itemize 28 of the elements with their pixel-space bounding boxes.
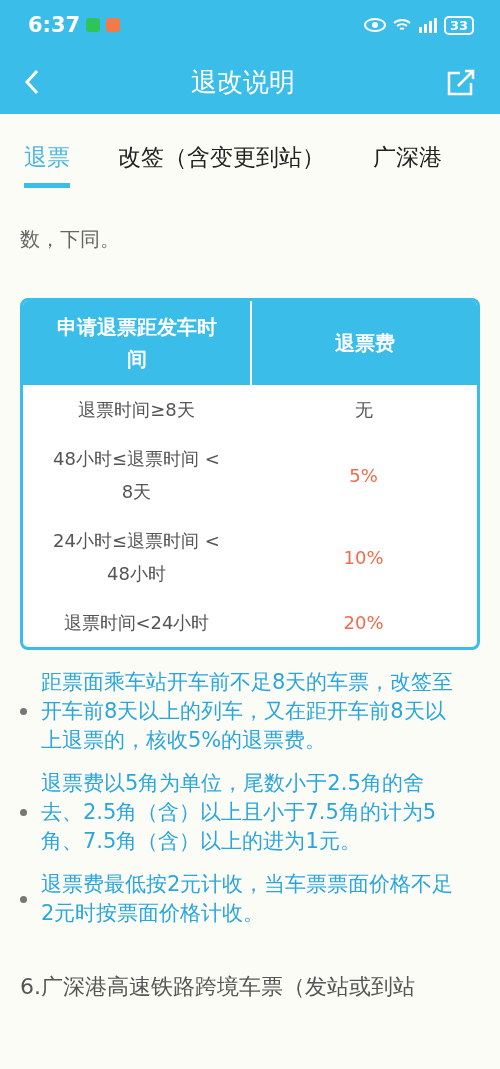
table-cell-text: 退票时间<24小时 [62,611,211,635]
tab[interactable]: 广深港 [373,132,442,188]
eye-icon [363,18,386,32]
table-cell-text: 退票时间≥8天 [77,398,196,422]
signal-icon [417,17,438,33]
column-header: 申请退票距发车时间 [55,314,218,373]
note-text: 退票费最低按2元计收，当车票票面价格不足2元时按票面价格计收。 [41,871,455,927]
tab[interactable]: 改签（含变更到站） [118,132,325,188]
section-heading: 6.广深港高速铁路跨境车票（发站或到站 [20,973,416,1001]
page-title: 退改说明 [191,65,295,99]
status-time: 6:37 [28,13,81,37]
table-cell-text: 无 [353,398,374,422]
bullet-icon [20,809,27,816]
table-cell-text: 24小时≤退票时间 < 48小时 [52,529,221,586]
note-text: 退票费以5角为单位，尾数小于2.5角的舍去、2.5角（含）以上且小于7.5角的计为5角、7.5角（含）以上的进为1元。 [41,770,438,855]
wifi-icon [391,17,412,33]
bullet-icon [20,708,27,715]
shopping-app-icon [106,18,121,32]
battery-level: 33 [443,15,474,35]
intro-text: 数，下同。 [20,226,121,253]
column-header: 退票费 [250,301,477,385]
bullet-icon [20,895,27,903]
table-cell-text: 48小时≤退票时间 < 8天 [52,447,221,504]
note-text: 距票面乘车站开车前不足8天的车票，改签至开车前8天以上的列车，又在距开车前8天以上退票的，核收5%的退票费。 [41,669,455,754]
chat-app-icon [86,18,101,32]
table-cell-text: 10% [342,545,385,570]
table-cell-text: 20% [342,611,385,635]
table-cell-text: 5% [348,463,379,488]
